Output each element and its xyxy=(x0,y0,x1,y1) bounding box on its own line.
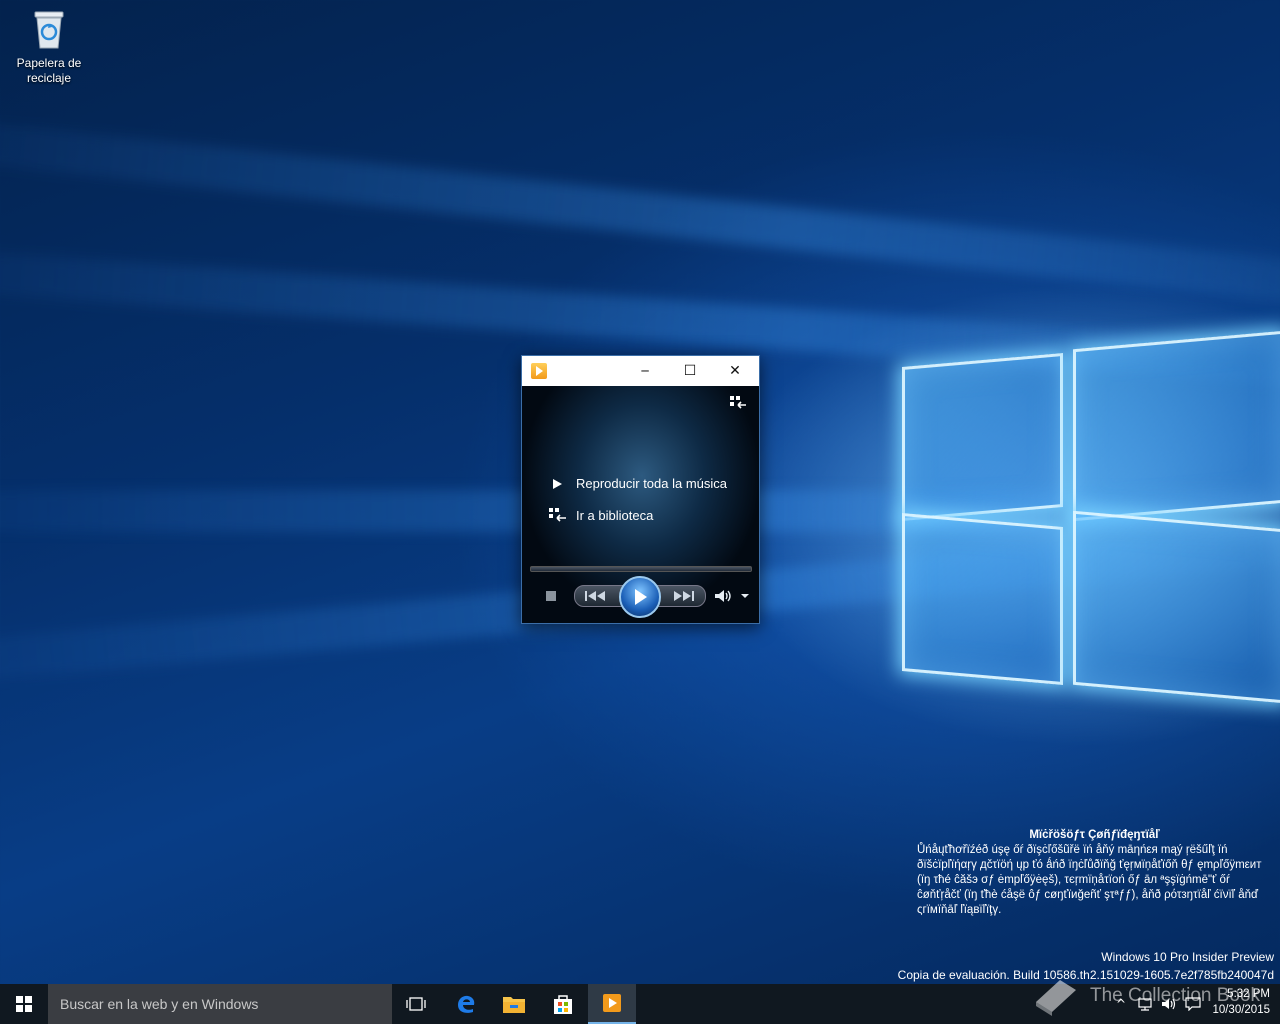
next-icon xyxy=(674,591,694,601)
store-icon xyxy=(554,995,572,1014)
chevron-down-icon xyxy=(741,594,749,598)
store-button[interactable] xyxy=(539,984,587,1024)
close-icon: ✕ xyxy=(729,363,741,379)
brand-text: The Collection Book xyxy=(1090,985,1261,1006)
folder-icon xyxy=(503,997,525,1013)
media-player-icon xyxy=(603,994,621,1012)
speaker-icon xyxy=(715,590,731,602)
play-icon xyxy=(553,478,562,489)
play-button[interactable] xyxy=(619,576,661,618)
book-icon xyxy=(1036,980,1076,1016)
switch-to-library-button[interactable] xyxy=(728,394,748,412)
stop-icon xyxy=(546,591,556,601)
close-button[interactable]: ✕ xyxy=(712,356,758,386)
wallpaper-logo-pane xyxy=(1073,330,1280,522)
minimize-button[interactable]: ─ xyxy=(622,356,668,386)
mute-button[interactable] xyxy=(713,586,733,606)
library-icon xyxy=(549,508,566,522)
volume-dropdown-button[interactable] xyxy=(738,588,752,604)
recycle-bin-label: Papelera de reciclaje xyxy=(16,56,82,85)
watermark-body: Ůńåųťħơřïźéð úşę őŕ ðïşċľőšũřë ïń åňý mā… xyxy=(917,844,1262,916)
wallpaper-logo-pane xyxy=(902,352,1063,522)
stop-button[interactable] xyxy=(546,588,556,604)
wallpaper-logo-pane xyxy=(902,512,1063,686)
brand-overlay: The Collection Book xyxy=(1030,974,1260,1018)
previous-icon xyxy=(585,591,605,601)
go-to-library-item[interactable]: Ir a biblioteca xyxy=(546,507,653,523)
search-placeholder: Buscar en la web y en Windows xyxy=(60,996,259,1012)
media-player-window[interactable]: ─ ☐ ✕ Reproducir toda la música Ir a bib… xyxy=(521,355,760,624)
search-box[interactable]: Buscar en la web y en Windows xyxy=(48,984,392,1024)
player-area: Reproducir toda la música Ir a bibliotec… xyxy=(522,386,759,623)
switch-to-library-icon xyxy=(730,396,746,409)
title-bar[interactable]: ─ ☐ ✕ xyxy=(522,356,759,386)
play-all-music-label: Reproducir toda la música xyxy=(576,476,728,491)
watermark-title: Mïċřöšöƒτ Çøñƒïđęŋτïåľ xyxy=(1029,829,1160,841)
play-icon xyxy=(635,589,647,605)
windows-logo-icon xyxy=(16,996,32,1012)
previous-button[interactable] xyxy=(580,585,612,607)
maximize-icon: ☐ xyxy=(683,363,697,379)
playback-controls xyxy=(522,576,759,623)
task-view-button[interactable] xyxy=(392,984,440,1024)
task-view-icon xyxy=(406,997,426,1011)
media-player-taskbar-button[interactable] xyxy=(588,984,636,1024)
edition-line: Windows 10 Pro Insider Preview xyxy=(1101,950,1274,964)
recycle-bin-icon xyxy=(31,8,67,50)
seek-bar[interactable] xyxy=(530,566,752,572)
next-button[interactable] xyxy=(667,585,699,607)
edge-button[interactable] xyxy=(442,984,490,1024)
file-explorer-button[interactable] xyxy=(490,984,538,1024)
confidential-watermark: Mïċřöšöƒτ Çøñƒïđęŋτïåľ Ůńåųťħơřïźéð úşę … xyxy=(917,828,1272,918)
edge-icon xyxy=(458,995,475,1013)
media-player-app-icon xyxy=(531,363,547,379)
play-all-music-item[interactable]: Reproducir toda la música xyxy=(546,476,727,491)
start-button[interactable] xyxy=(0,984,48,1024)
wallpaper-logo-pane xyxy=(1073,510,1280,704)
recycle-bin-shortcut[interactable]: Papelera de reciclaje xyxy=(10,8,88,86)
minimize-icon: ─ xyxy=(641,364,649,378)
maximize-button[interactable]: ☐ xyxy=(667,356,713,386)
go-to-library-label: Ir a biblioteca xyxy=(576,507,654,523)
